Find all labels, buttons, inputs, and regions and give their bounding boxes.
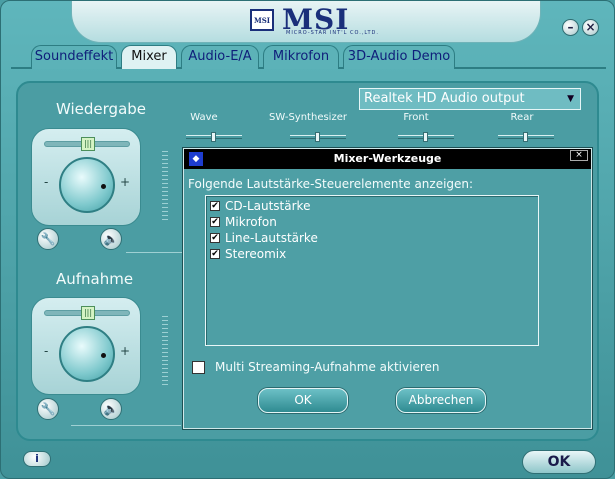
close-button[interactable]: × [582, 19, 599, 36]
tab-audio-ea[interactable]: Audio-E/A [181, 45, 259, 69]
multi-streaming-checkbox[interactable] [192, 360, 205, 374]
channel-slider-wave[interactable] [186, 132, 242, 142]
list-item[interactable]: ✔ Mikrofon [210, 214, 277, 230]
channel-slider-sw-synthesizer[interactable] [290, 132, 346, 142]
dialog-title: Mixer-Werkzeuge [333, 152, 442, 165]
playback-mute-speaker-icon[interactable]: 🔈 [100, 228, 122, 250]
slider-thumb[interactable] [314, 132, 320, 142]
slider-thumb[interactable] [422, 132, 428, 142]
dialog-cancel-button[interactable]: Abbrechen [396, 388, 486, 413]
list-item-label: Stereomix [225, 247, 287, 261]
record-control-box: ||| - + [31, 297, 141, 395]
header: MSI MSI MICRO-STAR INT'L CO.,LTD. [71, 1, 541, 43]
checkbox-stereomix[interactable]: ✔ [210, 249, 220, 259]
checkbox-mikrofon[interactable]: ✔ [210, 217, 220, 227]
knob-indicator [101, 353, 106, 358]
info-button[interactable]: i [23, 451, 51, 467]
playback-balance-thumb[interactable]: ||| [81, 137, 95, 151]
slider-thumb[interactable] [522, 132, 528, 142]
checkbox-cd-lautstaerke[interactable]: ✔ [210, 201, 220, 211]
knob-plus-label: + [120, 344, 131, 358]
channel-label-sw-synthesizer: SW-Synthesizer [269, 112, 347, 123]
knob-minus-label: - [44, 344, 49, 358]
knob-plus-label: + [120, 175, 131, 189]
multi-streaming-row[interactable]: Multi Streaming-Aufnahme aktivieren [192, 360, 440, 374]
record-volume-knob[interactable] [59, 326, 115, 382]
tab-soundeffekt[interactable]: Soundeffekt [31, 45, 117, 69]
checkbox-line-lautstaerke[interactable]: ✔ [210, 233, 220, 243]
playback-settings-wrench-icon[interactable]: 🔧 [37, 228, 59, 250]
record-balance-thumb[interactable]: ||| [81, 306, 95, 320]
dialog-ok-button[interactable]: OK [258, 388, 348, 413]
channel-slider-rear[interactable] [498, 132, 554, 142]
main-ok-button[interactable]: OK [522, 450, 596, 474]
divider [126, 252, 186, 253]
divider [71, 425, 181, 426]
dropdown-arrow-icon: ▼ [567, 94, 574, 104]
playback-title: Wiedergabe [56, 100, 147, 118]
list-item[interactable]: ✔ Stereomix [210, 246, 286, 262]
channel-label-rear: Rear [510, 112, 534, 123]
tab-bar: Soundeffekt Mixer Audio-E/A Mikrofon 3D-… [11, 45, 606, 69]
multi-streaming-label: Multi Streaming-Aufnahme aktivieren [215, 360, 440, 374]
channel-slider-front[interactable] [398, 132, 454, 142]
dialog-close-button[interactable]: × [570, 150, 588, 161]
record-mute-speaker-icon[interactable]: 🔈 [100, 398, 122, 420]
channel-label-front: Front [403, 112, 429, 123]
playback-vu-meter [162, 151, 168, 221]
list-item-label: Mikrofon [225, 215, 277, 229]
output-device-value: Realtek HD Audio output [364, 91, 525, 106]
knob-indicator [101, 184, 106, 189]
minimize-button[interactable]: – [562, 19, 579, 36]
list-item[interactable]: ✔ CD-Lautstärke [210, 198, 310, 214]
list-item[interactable]: ✔ Line-Lautstärke [210, 230, 318, 246]
playback-control-box: ||| - + [31, 128, 141, 226]
playback-balance-slider[interactable]: ||| [44, 137, 130, 151]
list-item-label: CD-Lautstärke [225, 199, 311, 213]
tab-mixer[interactable]: Mixer [121, 45, 177, 69]
record-title: Aufnahme [56, 270, 134, 288]
record-settings-wrench-icon[interactable]: 🔧 [37, 398, 59, 420]
list-item-label: Line-Lautstärke [225, 231, 318, 245]
record-vu-meter [162, 316, 168, 386]
record-balance-slider[interactable]: ||| [44, 306, 130, 320]
msi-logo-icon: MSI [250, 9, 274, 31]
slider-thumb[interactable] [210, 132, 216, 142]
mixer-tools-dialog: ◆ Mixer-Werkzeuge × Folgende Lautstärke-… [183, 148, 592, 429]
output-device-select[interactable]: Realtek HD Audio output ▼ [359, 88, 581, 110]
brand-logo-subtext: MICRO-STAR INT'L CO.,LTD. [286, 30, 379, 36]
dialog-instruction: Folgende Lautstärke-Steuerelemente anzei… [188, 177, 474, 191]
dialog-titlebar: ◆ Mixer-Werkzeuge × [184, 149, 591, 169]
playback-volume-knob[interactable] [59, 157, 115, 213]
channel-label-wave: Wave [190, 112, 218, 123]
knob-minus-label: - [44, 175, 49, 189]
tab-mikrofon[interactable]: Mikrofon [263, 45, 339, 69]
tab-3d-audio-demo[interactable]: 3D-Audio Demo [343, 45, 455, 69]
mixer-window: MSI MSI MICRO-STAR INT'L CO.,LTD. – × So… [0, 0, 615, 479]
control-checklist: ✔ CD-Lautstärke ✔ Mikrofon ✔ Line-Lautst… [205, 195, 539, 346]
